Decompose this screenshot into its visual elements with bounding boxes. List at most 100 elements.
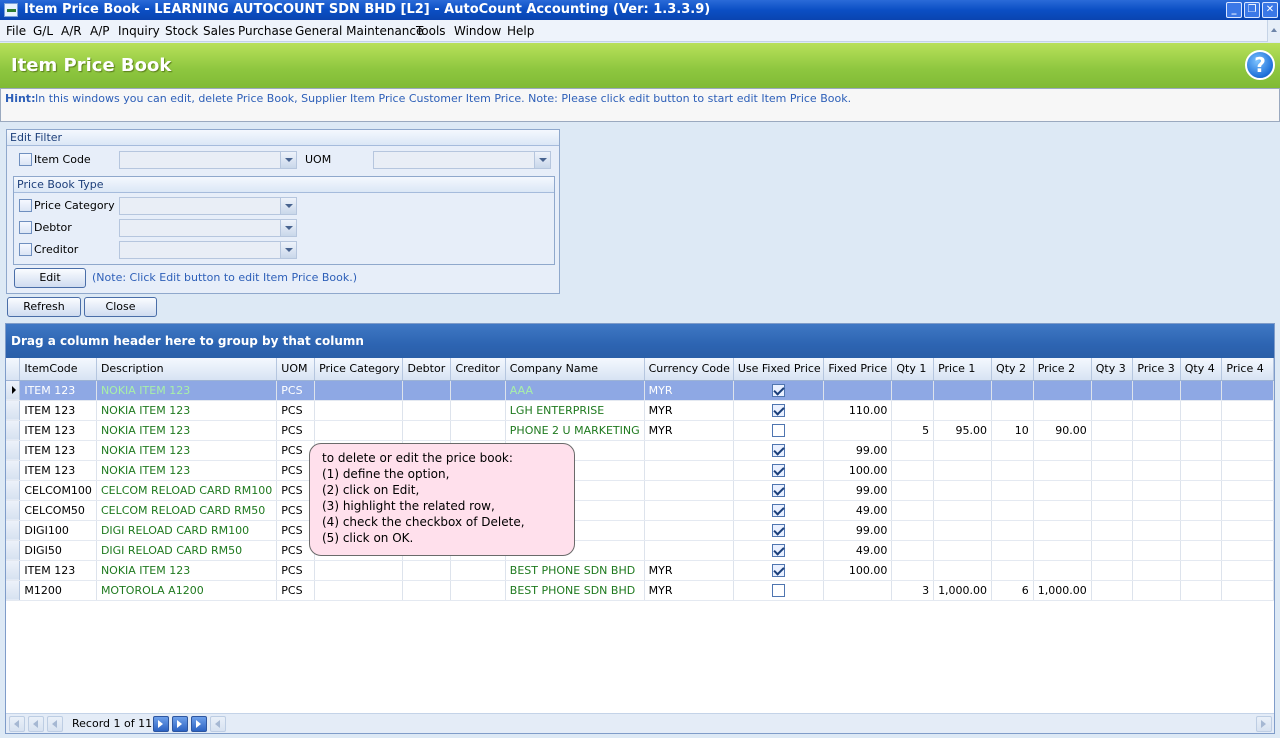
use-fixed-price-cell[interactable] — [733, 460, 825, 481]
menu-purchase[interactable]: Purchase — [238, 24, 293, 38]
chevron-down-icon[interactable] — [280, 220, 296, 236]
use-fixed-price-checkbox[interactable] — [772, 463, 786, 477]
table-row[interactable]: DIGI50DIGI RELOAD CARD RM50PCSRET49.00 — [6, 540, 1274, 561]
table-row[interactable]: CELCOM100CELCOM RELOAD CARD RM100PCSRET9… — [6, 480, 1274, 501]
use-fixed-price-cell[interactable] — [733, 380, 825, 401]
use-fixed-price-checkbox[interactable] — [772, 563, 786, 577]
menu-scroll-up[interactable] — [1267, 20, 1280, 42]
table-row[interactable]: M1200 MOTOROLA A1200 PCS BEST PHONE SDN BHD… — [6, 580, 1274, 601]
use-fixed-price-checkbox[interactable] — [772, 483, 786, 497]
menu-window[interactable]: Window — [454, 24, 501, 38]
menu-inquiry[interactable]: Inquiry — [118, 24, 160, 38]
menu-sales[interactable]: Sales — [203, 24, 235, 38]
use-fixed-price-cell[interactable] — [733, 580, 825, 601]
table-row[interactable]: DIGI100DIGI RELOAD CARD RM100PCSRET99.00 — [6, 520, 1274, 541]
column-header-description[interactable]: Description — [96, 358, 278, 381]
column-header-price-category[interactable]: Price Category — [314, 358, 404, 381]
prev-page-button[interactable] — [28, 716, 44, 732]
column-header-price-2[interactable]: Price 2 — [1033, 358, 1092, 381]
menu-ar[interactable]: A/R — [61, 24, 82, 38]
scroll-right-button[interactable] — [1256, 716, 1272, 732]
column-header-price-4[interactable]: Price 4 — [1221, 358, 1274, 381]
use-fixed-price-cell[interactable] — [733, 400, 825, 421]
use-fixed-price-checkbox[interactable] — [772, 383, 786, 397]
column-header-creditor[interactable]: Creditor — [450, 358, 506, 381]
item-code-combo[interactable] — [119, 151, 297, 169]
row-indicator[interactable] — [6, 460, 21, 481]
restore-button[interactable]: ❐ — [1244, 2, 1260, 18]
row-indicator[interactable] — [6, 500, 21, 521]
last-record-button[interactable] — [191, 716, 207, 732]
column-header-fixed-price[interactable]: Fixed Price — [823, 358, 893, 381]
table-row[interactable]: ITEM 123 NOKIA ITEM 123 PCS AAA MYR — [6, 380, 1274, 401]
use-fixed-price-cell[interactable] — [733, 520, 825, 541]
menu-general-maintenance[interactable]: General Maintenance — [295, 24, 423, 38]
group-panel[interactable]: Drag a column header here to group by th… — [6, 324, 1274, 358]
table-row[interactable]: ITEM 123NOKIA ITEM 123PCSRET99.00 — [6, 440, 1274, 461]
prev-record-button[interactable] — [47, 716, 63, 732]
row-indicator[interactable] — [6, 420, 21, 441]
menu-help[interactable]: Help — [507, 24, 534, 38]
use-fixed-price-checkbox[interactable] — [772, 443, 786, 457]
use-fixed-price-checkbox[interactable] — [772, 523, 786, 537]
use-fixed-price-cell[interactable] — [733, 420, 825, 441]
next-record-button[interactable] — [153, 716, 169, 732]
next-page-button[interactable] — [172, 716, 188, 732]
debtor-combo[interactable] — [119, 219, 297, 237]
chevron-down-icon[interactable] — [280, 152, 296, 168]
row-indicator[interactable] — [6, 540, 21, 561]
table-row[interactable]: CELCOM50CELCOM RELOAD CARD RM50PCSRET49.… — [6, 500, 1274, 521]
menu-gl[interactable]: G/L — [33, 24, 53, 38]
menu-tools[interactable]: Tools — [416, 24, 446, 38]
column-header-currency-code[interactable]: Currency Code — [644, 358, 734, 381]
help-icon[interactable]: ? — [1245, 50, 1275, 80]
use-fixed-price-cell[interactable] — [733, 560, 825, 581]
use-fixed-price-cell[interactable] — [733, 500, 825, 521]
column-header-itemcode[interactable]: ItemCode — [19, 358, 97, 381]
chevron-down-icon[interactable] — [280, 198, 296, 214]
menu-file[interactable]: File — [6, 24, 26, 38]
use-fixed-price-checkbox[interactable] — [772, 503, 786, 517]
minimize-button[interactable]: _ — [1226, 2, 1242, 18]
price-category-combo[interactable] — [119, 197, 297, 215]
edit-button[interactable]: Edit — [14, 268, 86, 288]
column-header-qty-2[interactable]: Qty 2 — [991, 358, 1034, 381]
column-header-company-name[interactable]: Company Name — [505, 358, 645, 381]
use-fixed-price-checkbox[interactable] — [772, 543, 786, 557]
chevron-down-icon[interactable] — [534, 152, 550, 168]
row-indicator[interactable] — [6, 400, 21, 421]
menu-ap[interactable]: A/P — [90, 24, 110, 38]
table-row[interactable]: ITEM 123NOKIA ITEM 123PCSWH100.00 — [6, 460, 1274, 481]
menu-stock[interactable]: Stock — [165, 24, 198, 38]
scroll-left-button[interactable] — [210, 716, 226, 732]
uom-combo[interactable] — [373, 151, 551, 169]
first-record-button[interactable] — [9, 716, 25, 732]
row-indicator[interactable] — [6, 560, 21, 581]
column-header-qty-1[interactable]: Qty 1 — [891, 358, 935, 381]
column-header-qty-4[interactable]: Qty 4 — [1180, 358, 1223, 381]
table-row[interactable]: ITEM 123 NOKIA ITEM 123 PCS PHONE 2 U MARKE… — [6, 420, 1274, 441]
column-header-debtor[interactable]: Debtor — [402, 358, 452, 381]
column-header-qty-3[interactable]: Qty 3 — [1091, 358, 1134, 381]
close-button[interactable]: Close — [84, 297, 157, 317]
row-indicator[interactable] — [6, 480, 21, 501]
row-indicator[interactable] — [6, 380, 21, 401]
row-indicator[interactable] — [6, 440, 21, 461]
close-window-button[interactable]: ✕ — [1262, 2, 1278, 18]
column-header-uom[interactable]: UOM — [276, 358, 316, 381]
use-fixed-price-checkbox[interactable] — [772, 403, 786, 417]
use-fixed-price-cell[interactable] — [733, 480, 825, 501]
row-indicator[interactable] — [6, 520, 21, 541]
debtor-checkbox[interactable] — [19, 221, 32, 234]
table-row[interactable]: ITEM 123 NOKIA ITEM 123 PCS LGH ENTERPRISE M… — [6, 400, 1274, 421]
refresh-button[interactable]: Refresh — [7, 297, 81, 317]
item-code-checkbox[interactable] — [19, 153, 32, 166]
chevron-down-icon[interactable] — [280, 242, 296, 258]
use-fixed-price-cell[interactable] — [733, 440, 825, 461]
column-header-price-3[interactable]: Price 3 — [1132, 358, 1181, 381]
table-row[interactable]: ITEM 123 NOKIA ITEM 123 PCS BEST PHONE SDN … — [6, 560, 1274, 581]
column-header-use-fixed-price[interactable]: Use Fixed Price — [733, 358, 825, 381]
price-category-checkbox[interactable] — [19, 199, 32, 212]
use-fixed-price-checkbox[interactable] — [772, 583, 786, 597]
creditor-combo[interactable] — [119, 241, 297, 259]
